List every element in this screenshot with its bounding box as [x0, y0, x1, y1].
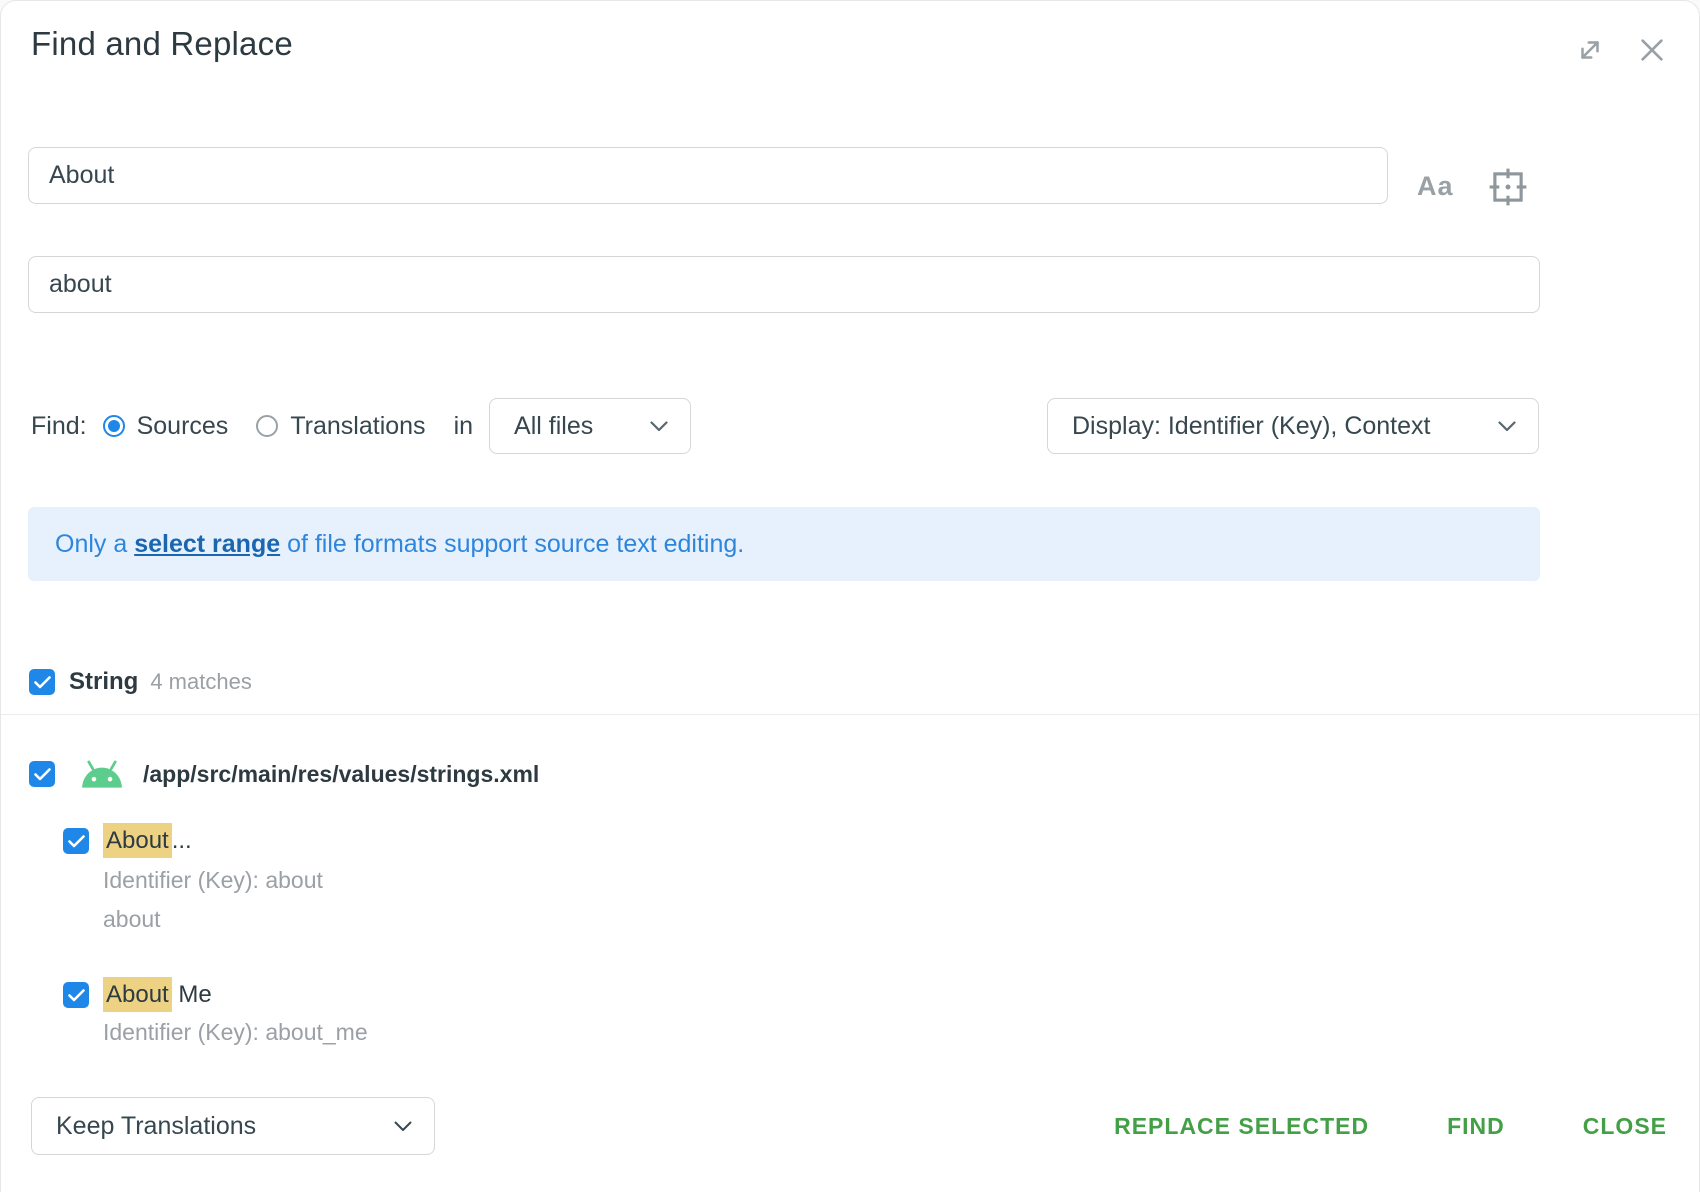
- find-label: Find:: [31, 412, 87, 441]
- display-select-value: Display: Identifier (Key), Context: [1072, 412, 1430, 441]
- file-checkbox[interactable]: [29, 761, 55, 787]
- match-case-icon[interactable]: Aa: [1417, 169, 1454, 203]
- match-identifier: Identifier (Key): about: [103, 867, 323, 894]
- expand-icon[interactable]: [1573, 33, 1607, 67]
- select-range-link[interactable]: select range: [134, 530, 280, 559]
- file-path: /app/src/main/res/values/strings.xml: [143, 761, 539, 788]
- close-icon[interactable]: [1635, 33, 1669, 67]
- find-options-row: Find: Sources Translations in All files: [31, 398, 691, 454]
- close-button[interactable]: CLOSE: [1583, 1113, 1667, 1140]
- match-row: About Me: [63, 981, 212, 1009]
- string-group-label: String: [69, 668, 138, 696]
- match-checkbox[interactable]: [63, 982, 89, 1008]
- string-group-checkbox[interactable]: [29, 669, 55, 695]
- find-input[interactable]: [28, 147, 1388, 204]
- file-scope-value: All files: [514, 412, 593, 441]
- banner-text-before: Only a: [55, 530, 134, 559]
- translations-mode-select[interactable]: Keep Translations: [31, 1097, 435, 1155]
- file-row: /app/src/main/res/values/strings.xml: [29, 757, 539, 791]
- match-context: about: [103, 906, 161, 933]
- file-scope-select[interactable]: All files: [489, 398, 691, 454]
- banner-text-after: of file formats support source text edit…: [280, 530, 744, 559]
- android-icon: [79, 757, 125, 791]
- display-select[interactable]: Display: Identifier (Key), Context: [1047, 398, 1539, 454]
- in-label: in: [454, 412, 473, 441]
- translations-radio-label: Translations: [290, 412, 425, 441]
- page-title: Find and Replace: [31, 25, 293, 63]
- footer-buttons: REPLACE SELECTED FIND CLOSE: [1114, 1097, 1667, 1155]
- radio-option-sources[interactable]: Sources: [103, 412, 229, 441]
- translations-mode-value: Keep Translations: [56, 1112, 256, 1141]
- info-banner: Only a select range of file formats supp…: [28, 507, 1540, 581]
- match-row: About...: [63, 827, 192, 855]
- matches-count: 4 matches: [150, 669, 252, 695]
- find-button[interactable]: FIND: [1447, 1113, 1505, 1140]
- chevron-down-icon: [650, 421, 668, 432]
- match-highlight: About: [103, 977, 172, 1012]
- chevron-down-icon: [1498, 421, 1516, 432]
- select-area-icon[interactable]: [1487, 166, 1529, 208]
- radio-option-translations[interactable]: Translations: [256, 412, 425, 441]
- match-text: About...: [103, 827, 192, 855]
- match-rest: Me: [172, 981, 212, 1008]
- sources-radio[interactable]: [103, 415, 125, 437]
- chevron-down-icon: [394, 1121, 412, 1132]
- translations-radio[interactable]: [256, 415, 278, 437]
- sources-radio-label: Sources: [137, 412, 229, 441]
- replace-input[interactable]: [28, 256, 1540, 313]
- header-icons: [1573, 33, 1669, 67]
- match-text: About Me: [103, 981, 212, 1009]
- match-rest: ...: [172, 827, 192, 854]
- match-checkbox[interactable]: [63, 828, 89, 854]
- string-group-row: String 4 matches: [29, 668, 252, 696]
- divider: [1, 714, 1700, 715]
- find-and-replace-dialog: Find and Replace Aa Fi: [0, 0, 1700, 1192]
- match-highlight: About: [103, 823, 172, 858]
- replace-selected-button[interactable]: REPLACE SELECTED: [1114, 1113, 1369, 1140]
- match-identifier: Identifier (Key): about_me: [103, 1019, 368, 1046]
